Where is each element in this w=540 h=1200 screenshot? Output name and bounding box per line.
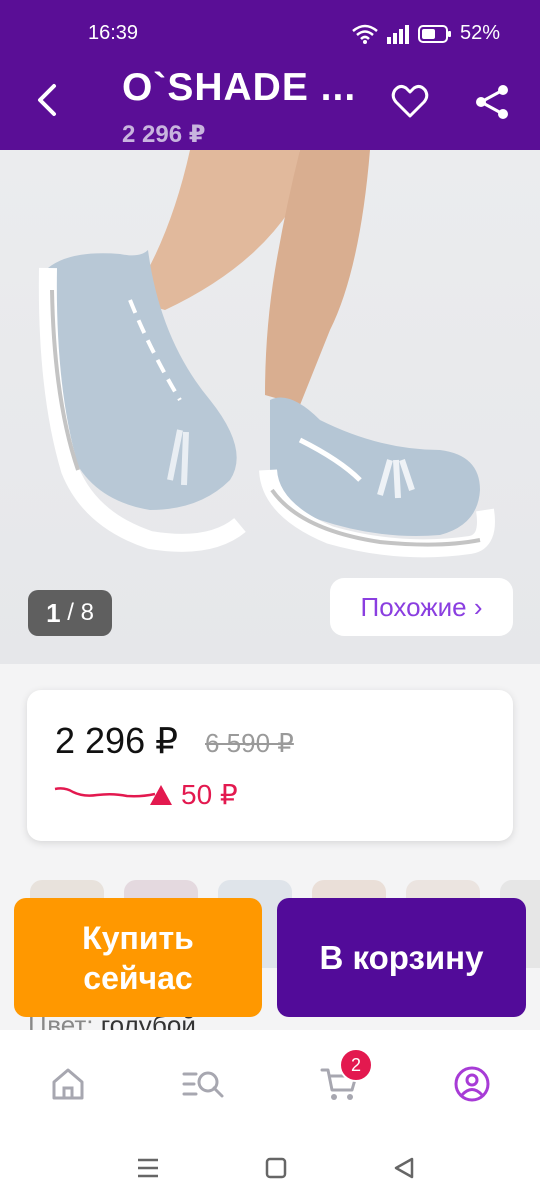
status-bar: 16:39 52% bbox=[0, 0, 540, 54]
share-icon[interactable] bbox=[472, 82, 512, 122]
bottom-navigation bbox=[0, 1030, 540, 1140]
image-counter-current: 1 bbox=[46, 597, 61, 628]
back-arrow-icon[interactable] bbox=[28, 76, 68, 124]
status-icons: 52% bbox=[352, 22, 500, 45]
image-counter-separator: / bbox=[60, 599, 81, 626]
status-time: 16:39 bbox=[88, 22, 139, 44]
back-triangle-icon[interactable] bbox=[390, 1154, 418, 1182]
image-counter: 1 / 8 bbox=[28, 590, 112, 636]
catalog-search-icon[interactable] bbox=[180, 1060, 228, 1108]
menu-icon[interactable] bbox=[134, 1154, 162, 1182]
price-up-triangle-icon bbox=[150, 784, 172, 805]
cart-badge: 2 bbox=[339, 1048, 373, 1082]
battery-icon bbox=[417, 24, 451, 43]
wifi-icon bbox=[352, 24, 378, 44]
heart-icon[interactable] bbox=[390, 82, 430, 122]
image-counter-total: 8 bbox=[80, 599, 94, 626]
battery-percent: 52% bbox=[459, 22, 500, 44]
old-price: 6 590 ₽ bbox=[205, 728, 294, 758]
similar-button[interactable]: Похожие › bbox=[330, 578, 513, 636]
price-history-sparkline bbox=[54, 787, 156, 798]
profile-icon[interactable] bbox=[448, 1060, 496, 1108]
system-navigation-bar bbox=[0, 1140, 540, 1200]
price-change-value: 50 ₽ bbox=[181, 779, 238, 810]
home-icon[interactable] bbox=[44, 1060, 92, 1108]
price-change: 50 ₽ bbox=[149, 778, 238, 811]
price-card: 2 296 ₽ 6 590 ₽ 50 ₽ bbox=[27, 690, 513, 841]
product-gallery[interactable]: 1 / 8 Похожие › bbox=[0, 150, 540, 664]
add-to-cart-button[interactable]: В корзину bbox=[277, 898, 526, 1017]
current-price: 2 296 ₽ bbox=[55, 720, 178, 761]
header-price: 2 296 ₽ bbox=[122, 121, 206, 148]
signal-icon bbox=[386, 24, 409, 44]
home-square-icon[interactable] bbox=[262, 1154, 290, 1182]
buy-now-button[interactable]: Купить сейчас bbox=[14, 898, 262, 1017]
product-header: O`SHADE ... 2 296 ₽ bbox=[0, 54, 540, 150]
product-title: O`SHADE ... bbox=[122, 66, 357, 109]
